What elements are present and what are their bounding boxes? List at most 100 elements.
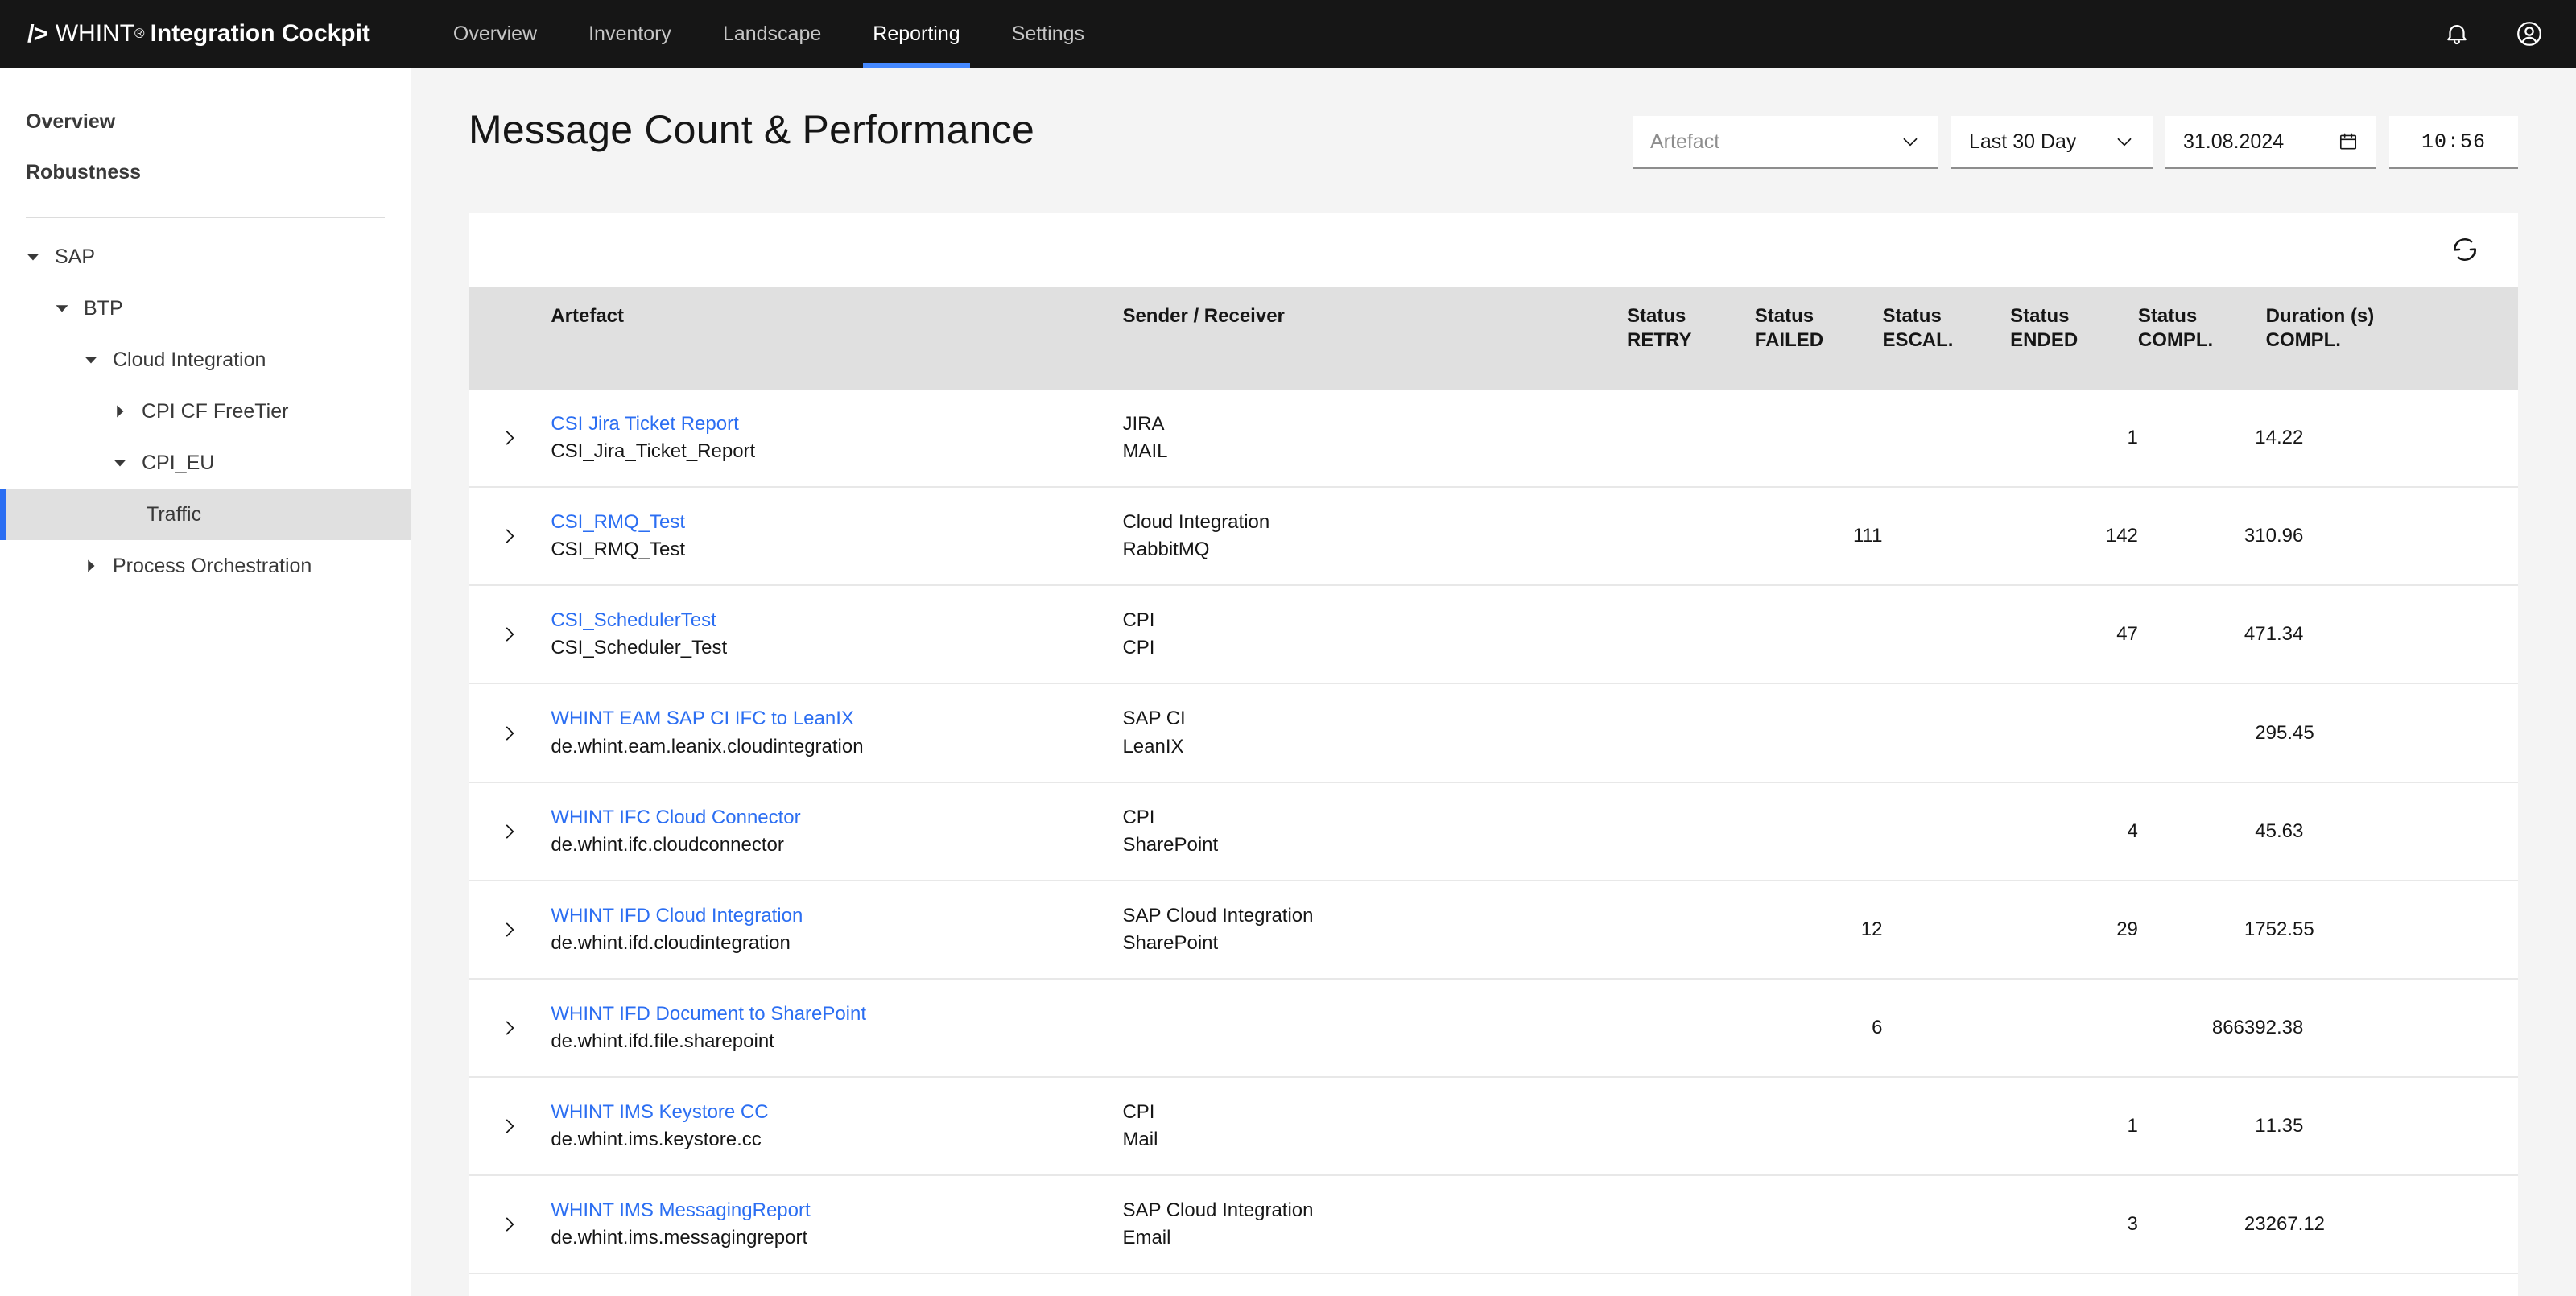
chevron-right-icon[interactable] xyxy=(492,1010,527,1046)
duration-compl-cell: 267.12 xyxy=(2265,1175,2518,1275)
status-escal-cell xyxy=(1882,1077,2011,1177)
sidebar-item-cpi-cf-freetier[interactable]: CPI CF FreeTier xyxy=(0,386,411,437)
artefact-cell: WHINT IFD Document to SharePoint de.whint… xyxy=(551,978,1123,1079)
refresh-icon[interactable] xyxy=(2444,229,2486,270)
chevron-right-icon[interactable] xyxy=(492,420,527,456)
status-compl-cell: 1 xyxy=(2137,390,2266,489)
artefact-link[interactable]: CSI_RMQ_Test xyxy=(551,509,1122,536)
date-input[interactable]: 31.08.2024 xyxy=(2165,116,2376,169)
sidebar: Overview Robustness SAP BTP Cloud Integr… xyxy=(0,68,411,1296)
bell-icon[interactable] xyxy=(2439,16,2475,52)
artefact-id: CSI_RMQ_Test xyxy=(551,539,686,561)
table-row[interactable]: WHINT IFD Cloud Integration de.whint.ifd.… xyxy=(469,880,2518,980)
sidebar-item-robustness[interactable]: Robustness xyxy=(26,147,385,198)
table-row[interactable]: CSI_RMQ_Test CSI_RMQ_Test Cloud Integratio… xyxy=(469,487,2518,587)
sidebar-divider xyxy=(26,217,385,218)
status-escal-cell xyxy=(1882,390,2011,489)
results-panel: Artefact Sender / Receiver Status RETRY … xyxy=(469,213,2518,1296)
table-row[interactable]: WHINT IMS Keystore CC de.whint.ims.keysto… xyxy=(469,1077,2518,1177)
column-header-status-compl[interactable]: Status COMPL. xyxy=(2137,287,2266,390)
column-header-status-failed[interactable]: Status FAILED xyxy=(1754,287,1883,390)
artefact-id: de.whint.ifc.cloudconnector xyxy=(551,833,784,856)
nav-item-settings[interactable]: Settings xyxy=(986,0,1110,68)
status-ended-cell: 1 xyxy=(2010,1077,2138,1177)
artefact-link[interactable]: WHINT IMS MessagingReport xyxy=(551,1197,1122,1224)
artefact-link[interactable]: CSI Jira Ticket Report xyxy=(551,411,1122,438)
chevron-right-icon[interactable] xyxy=(492,1108,527,1144)
artefact-link[interactable]: WHINT IFC Cloud Connector xyxy=(551,804,1122,832)
artefact-select[interactable]: Artefact xyxy=(1633,116,1938,169)
column-header-line-top: Status xyxy=(2137,305,2198,327)
artefact-id: de.whint.ims.messagingreport xyxy=(551,1227,808,1249)
status-ended-cell xyxy=(2010,1273,2138,1296)
chevron-right-icon[interactable] xyxy=(492,518,527,554)
table-row[interactable]: WHINT EAM SAP CI IFC to LeanIX de.whint.e… xyxy=(469,683,2518,783)
sidebar-item-cloud-integration[interactable]: Cloud Integration xyxy=(0,334,411,386)
chevron-right-icon[interactable] xyxy=(492,1207,527,1242)
status-compl-cell: 1 xyxy=(2137,1273,2266,1296)
artefact-id: de.whint.ifd.file.sharepoint xyxy=(551,1030,774,1053)
column-header-status-escal[interactable]: Status ESCAL. xyxy=(1882,287,2011,390)
sender-value: CPI xyxy=(1122,806,1155,828)
filter-bar: Artefact Last 30 Day 31.08.2024 10:56 xyxy=(1633,106,2518,169)
table-header-row: Artefact Sender / Receiver Status RETRY … xyxy=(469,287,2518,390)
column-header-artefact[interactable]: Artefact xyxy=(551,287,1123,390)
status-failed-cell xyxy=(1754,390,1883,489)
app-brand[interactable]: /> WHINT ® Integration Cockpit xyxy=(0,0,398,68)
receiver-value: SharePoint xyxy=(1122,833,1219,856)
column-header-sender-receiver[interactable]: Sender / Receiver xyxy=(1122,287,1628,390)
nav-item-overview[interactable]: Overview xyxy=(427,0,563,68)
status-retry-cell xyxy=(1627,1273,1755,1296)
status-ended-cell xyxy=(2010,978,2138,1079)
table-row[interactable]: WHINT IFC Cloud Connector de.whint.ifc.cl… xyxy=(469,782,2518,881)
column-header-status-ended[interactable]: Status ENDED xyxy=(2010,287,2138,390)
time-input[interactable]: 10:56 xyxy=(2389,116,2518,169)
column-header-line-bottom: COMPL. xyxy=(2137,329,2214,351)
chevron-right-icon[interactable] xyxy=(492,617,527,652)
table-row[interactable]: WHINT IMS MessagingReport de.whint.ims.me… xyxy=(469,1175,2518,1275)
artefact-link[interactable]: WHINT IFD Document to SharePoint xyxy=(551,1001,1122,1028)
sender-value: CPI xyxy=(1122,1101,1155,1124)
sidebar-item-label: CPI CF FreeTier xyxy=(142,399,289,423)
nav-item-landscape[interactable]: Landscape xyxy=(697,0,847,68)
status-compl-cell: 2 xyxy=(2137,683,2266,783)
sidebar-item-sap[interactable]: SAP xyxy=(0,231,411,283)
column-header-status-retry[interactable]: Status RETRY xyxy=(1627,287,1755,390)
calendar-icon xyxy=(2338,131,2359,152)
artefact-link[interactable]: WHINT IMS Keystore CC xyxy=(551,1099,1122,1126)
date-range-select[interactable]: Last 30 Day xyxy=(1951,116,2153,169)
chevron-right-icon[interactable] xyxy=(492,814,527,849)
table-row[interactable]: CSI_SchedulerTest CSI_Scheduler_Test CPI CP… xyxy=(469,585,2518,685)
chevron-right-icon[interactable] xyxy=(492,716,527,751)
sidebar-item-process-orchestration[interactable]: Process Orchestration xyxy=(0,540,411,592)
table-row[interactable]: WHINT IntRep PO Merge IFC MVRde.whint.cp… xyxy=(469,1273,2518,1296)
artefact-link[interactable]: CSI_SchedulerTest xyxy=(551,607,1122,634)
chevron-down-icon xyxy=(2114,131,2135,152)
sidebar-item-btp[interactable]: BTP xyxy=(0,283,411,334)
nav-item-reporting[interactable]: Reporting xyxy=(847,0,985,68)
user-avatar-icon[interactable] xyxy=(2512,16,2547,52)
receiver-value: RabbitMQ xyxy=(1122,539,1210,561)
column-header-duration-compl[interactable]: Duration (s) COMPL. xyxy=(2265,287,2518,390)
artefact-link[interactable]: WHINT IFD Cloud Integration xyxy=(551,902,1122,930)
status-compl-cell: 17 xyxy=(2137,880,2266,980)
table-row[interactable]: CSI Jira Ticket Report CSI_Jira_Ticket_Re… xyxy=(469,390,2518,489)
brand-suffix: Integration Cockpit xyxy=(150,20,370,47)
sender-value: CPI xyxy=(1122,609,1155,632)
status-escal-cell xyxy=(1882,1175,2011,1275)
sidebar-item-cpi-eu[interactable]: CPI_EU xyxy=(0,437,411,489)
sidebar-item-traffic[interactable]: Traffic xyxy=(0,489,411,540)
status-retry-cell xyxy=(1627,978,1755,1079)
receiver-value: MAIL xyxy=(1122,440,1168,463)
main-content: Message Count & Performance Artefact Las… xyxy=(411,68,2576,1296)
status-compl-cell: 86639 xyxy=(2137,978,2266,1079)
status-escal-cell xyxy=(1882,978,2011,1079)
page-title: Message Count & Performance xyxy=(469,107,1034,152)
table-row[interactable]: WHINT IFD Document to SharePoint de.whint… xyxy=(469,978,2518,1079)
artefact-link[interactable]: WHINT EAM SAP CI IFC to LeanIX xyxy=(551,705,1122,733)
nav-item-inventory[interactable]: Inventory xyxy=(563,0,697,68)
top-navigation-bar: /> WHINT ® Integration Cockpit Overview I… xyxy=(0,0,2576,68)
chevron-right-icon[interactable] xyxy=(492,912,527,947)
artefact-cell: WHINT IntRep PO Merge IFC MVRde.whint.cp… xyxy=(551,1273,1123,1296)
sidebar-item-overview[interactable]: Overview xyxy=(26,97,385,147)
